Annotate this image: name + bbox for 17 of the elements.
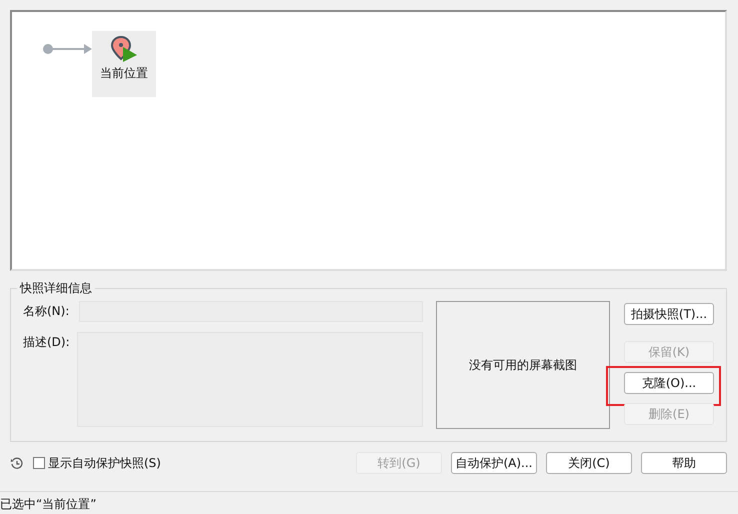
name-label: 名称(N): xyxy=(23,303,70,320)
checkbox[interactable] xyxy=(33,457,45,469)
dialog-button[interactable]: 关闭(C) xyxy=(546,452,632,474)
description-label: 描述(D): xyxy=(23,334,71,351)
snapshot-node[interactable]: 当前位置 xyxy=(92,31,156,97)
group-title: 快照详细信息 xyxy=(17,280,95,296)
screenshot-placeholder-text: 没有可用的屏幕截图 xyxy=(469,356,577,374)
location-pin-icon xyxy=(110,35,138,63)
checkbox-label: 显示自动保护快照(S) xyxy=(48,454,161,472)
connector-arrow xyxy=(42,43,92,55)
action-button[interactable]: 拍摄快照(T)... xyxy=(624,303,714,325)
history-icon xyxy=(10,456,23,470)
dialog-button[interactable]: 帮助 xyxy=(641,452,727,474)
status-text: 已选中“当前位置” xyxy=(0,497,96,511)
action-button[interactable]: 克隆(O)... xyxy=(624,372,714,394)
node-label: 当前位置 xyxy=(100,65,148,82)
dialog-button[interactable]: 自动保护(A)... xyxy=(451,452,537,474)
